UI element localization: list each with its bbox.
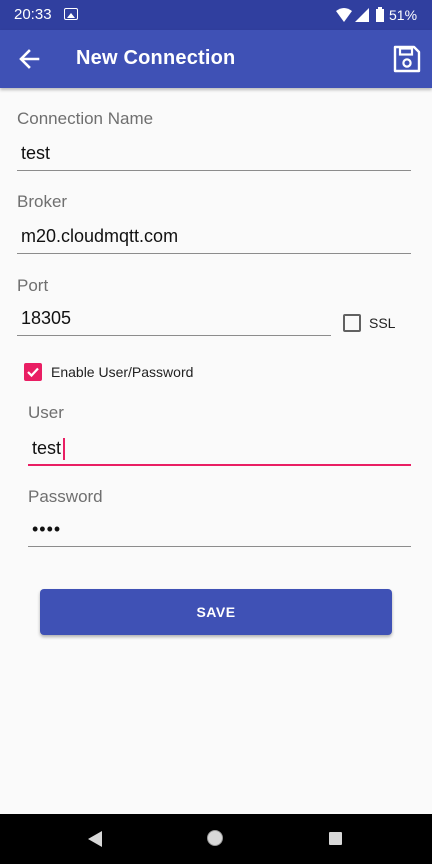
- wifi-icon: [336, 8, 352, 22]
- status-bar: 20:33 51%: [0, 0, 432, 30]
- save-icon[interactable]: [392, 44, 422, 74]
- password-input[interactable]: [28, 513, 411, 547]
- nav-back-icon[interactable]: [88, 831, 102, 847]
- connection-name-input[interactable]: [17, 137, 411, 171]
- app-bar: New Connection: [0, 30, 432, 88]
- status-time: 20:33: [14, 6, 52, 23]
- page-title: New Connection: [76, 47, 236, 69]
- user-label: User: [28, 403, 64, 422]
- checkmark-icon: [27, 367, 39, 378]
- user-input[interactable]: [28, 432, 411, 466]
- enable-auth-checkbox[interactable]: [24, 363, 42, 381]
- ssl-checkbox[interactable]: [343, 314, 361, 332]
- text-cursor: [63, 438, 65, 460]
- broker-label: Broker: [17, 192, 68, 211]
- signal-icon: [355, 8, 369, 22]
- connection-name-label: Connection Name: [17, 109, 154, 128]
- nav-home-icon[interactable]: [207, 830, 223, 846]
- port-input[interactable]: [17, 302, 331, 336]
- battery-icon: [376, 7, 384, 22]
- battery-percent: 51%: [389, 7, 418, 23]
- broker-input[interactable]: [17, 220, 411, 254]
- ssl-label: SSL: [369, 315, 396, 331]
- enable-auth-label: Enable User/Password: [51, 364, 194, 380]
- back-arrow-icon[interactable]: [14, 45, 44, 73]
- navigation-bar: [0, 814, 432, 864]
- save-button[interactable]: SAVE: [40, 589, 392, 635]
- password-label: Password: [28, 487, 103, 506]
- nav-recents-icon[interactable]: [329, 832, 342, 845]
- port-label: Port: [17, 276, 49, 295]
- image-notification-icon: [64, 8, 78, 20]
